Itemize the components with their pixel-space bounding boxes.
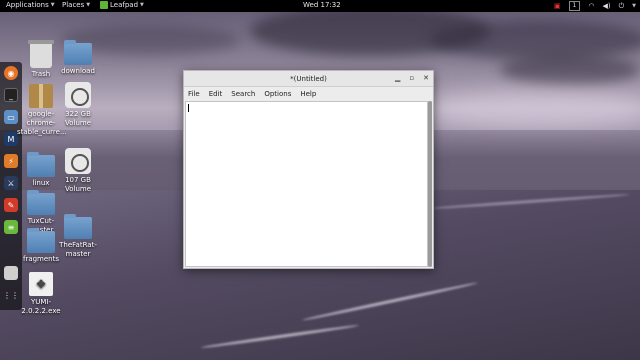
maltego-icon[interactable]: ✎ xyxy=(4,198,18,212)
desktop-icon-download[interactable]: download xyxy=(54,40,102,76)
menubar: File Edit Search Options Help xyxy=(184,87,433,100)
chevron-down-icon: ▼ xyxy=(140,2,144,8)
firefox-icon[interactable]: ◉ xyxy=(4,66,18,80)
package-icon xyxy=(29,84,53,108)
active-app-label: Leafpad xyxy=(110,1,139,9)
desktop-icon-label: download xyxy=(61,67,95,75)
power-icon[interactable]: ⏻ xyxy=(619,2,625,11)
folder-icon xyxy=(27,152,55,177)
applications-label: Applications xyxy=(6,1,49,9)
files-icon[interactable]: ▭ xyxy=(4,110,18,124)
clock[interactable]: Wed 17:32 xyxy=(303,1,341,9)
desktop-icon-thefatrat-master[interactable]: TheFatRat-master xyxy=(54,214,102,259)
close-button[interactable]: ✕ xyxy=(423,74,429,82)
window-titlebar[interactable]: *(Untitled) ▁ ▫ ✕ xyxy=(184,71,433,87)
menu-help[interactable]: Help xyxy=(300,90,316,98)
leafpad-icon[interactable]: ≡ xyxy=(4,220,18,234)
text-editor-area[interactable] xyxy=(185,101,428,267)
burpsuite-icon[interactable]: ⚡ xyxy=(4,154,18,168)
menu-edit[interactable]: Edit xyxy=(209,90,223,98)
system-tray: ▣ 1 ◠ ◀) ⏻ ▼ xyxy=(554,0,636,12)
menu-options[interactable]: Options xyxy=(264,90,291,98)
workspace-indicator[interactable]: 1 xyxy=(568,1,581,11)
exe-icon: ❖ xyxy=(29,272,53,296)
maximize-button[interactable]: ▫ xyxy=(409,74,414,82)
show-apps-icon[interactable]: ⋮⋮ xyxy=(3,288,19,302)
folder-icon xyxy=(64,214,92,239)
text-caret xyxy=(188,104,189,112)
desktop-icon-label: 322 GB Volume xyxy=(64,110,92,127)
folder-icon xyxy=(27,190,55,215)
desktop-icon-label: YUMI-2.0.2.2.exe xyxy=(21,298,61,315)
desktop-icon-yumi-exe[interactable]: ❖ YUMI-2.0.2.2.exe xyxy=(17,272,65,316)
metasploit-icon[interactable]: M xyxy=(4,132,18,146)
disk-icon xyxy=(65,82,91,108)
desktop-icon-107gb-volume[interactable]: 107 GB Volume xyxy=(54,148,102,194)
desktop-icon-label: TheFatRat-master xyxy=(59,241,97,258)
display-icon[interactable]: ▣ xyxy=(554,2,561,10)
leafpad-icon xyxy=(100,1,108,9)
folder-icon xyxy=(64,40,92,65)
chevron-down-icon: ▼ xyxy=(86,2,91,8)
places-label: Places xyxy=(62,1,85,9)
active-app-menu[interactable]: Leafpad ▼ xyxy=(100,1,144,9)
desktop-icon-322gb-volume[interactable]: 322 GB Volume xyxy=(54,82,102,128)
scrollbar-thumb[interactable] xyxy=(428,101,432,267)
wifi-icon[interactable]: ◠ xyxy=(588,2,594,10)
disk-icon xyxy=(65,148,91,174)
leafpad-window: *(Untitled) ▁ ▫ ✕ File Edit Search Optio… xyxy=(183,70,434,269)
kali-icon[interactable]: ⚔ xyxy=(4,176,18,190)
places-menu[interactable]: Places ▼ xyxy=(62,1,90,9)
chevron-down-icon[interactable]: ▼ xyxy=(632,3,636,9)
chevron-down-icon: ▼ xyxy=(50,2,55,8)
folder-icon xyxy=(27,228,55,253)
document-icon[interactable] xyxy=(4,266,18,280)
minimize-button[interactable]: ▁ xyxy=(395,74,400,82)
applications-menu[interactable]: Applications ▼ xyxy=(6,1,55,9)
trash-icon xyxy=(28,40,54,68)
volume-icon[interactable]: ◀) xyxy=(602,2,610,10)
menu-search[interactable]: Search xyxy=(231,90,255,98)
window-title: *(Untitled) xyxy=(290,74,327,83)
terminal-icon[interactable]: _ xyxy=(4,88,18,102)
menu-file[interactable]: File xyxy=(188,90,200,98)
top-panel: Applications ▼ Places ▼ Leafpad ▼ Wed 17… xyxy=(0,0,640,12)
